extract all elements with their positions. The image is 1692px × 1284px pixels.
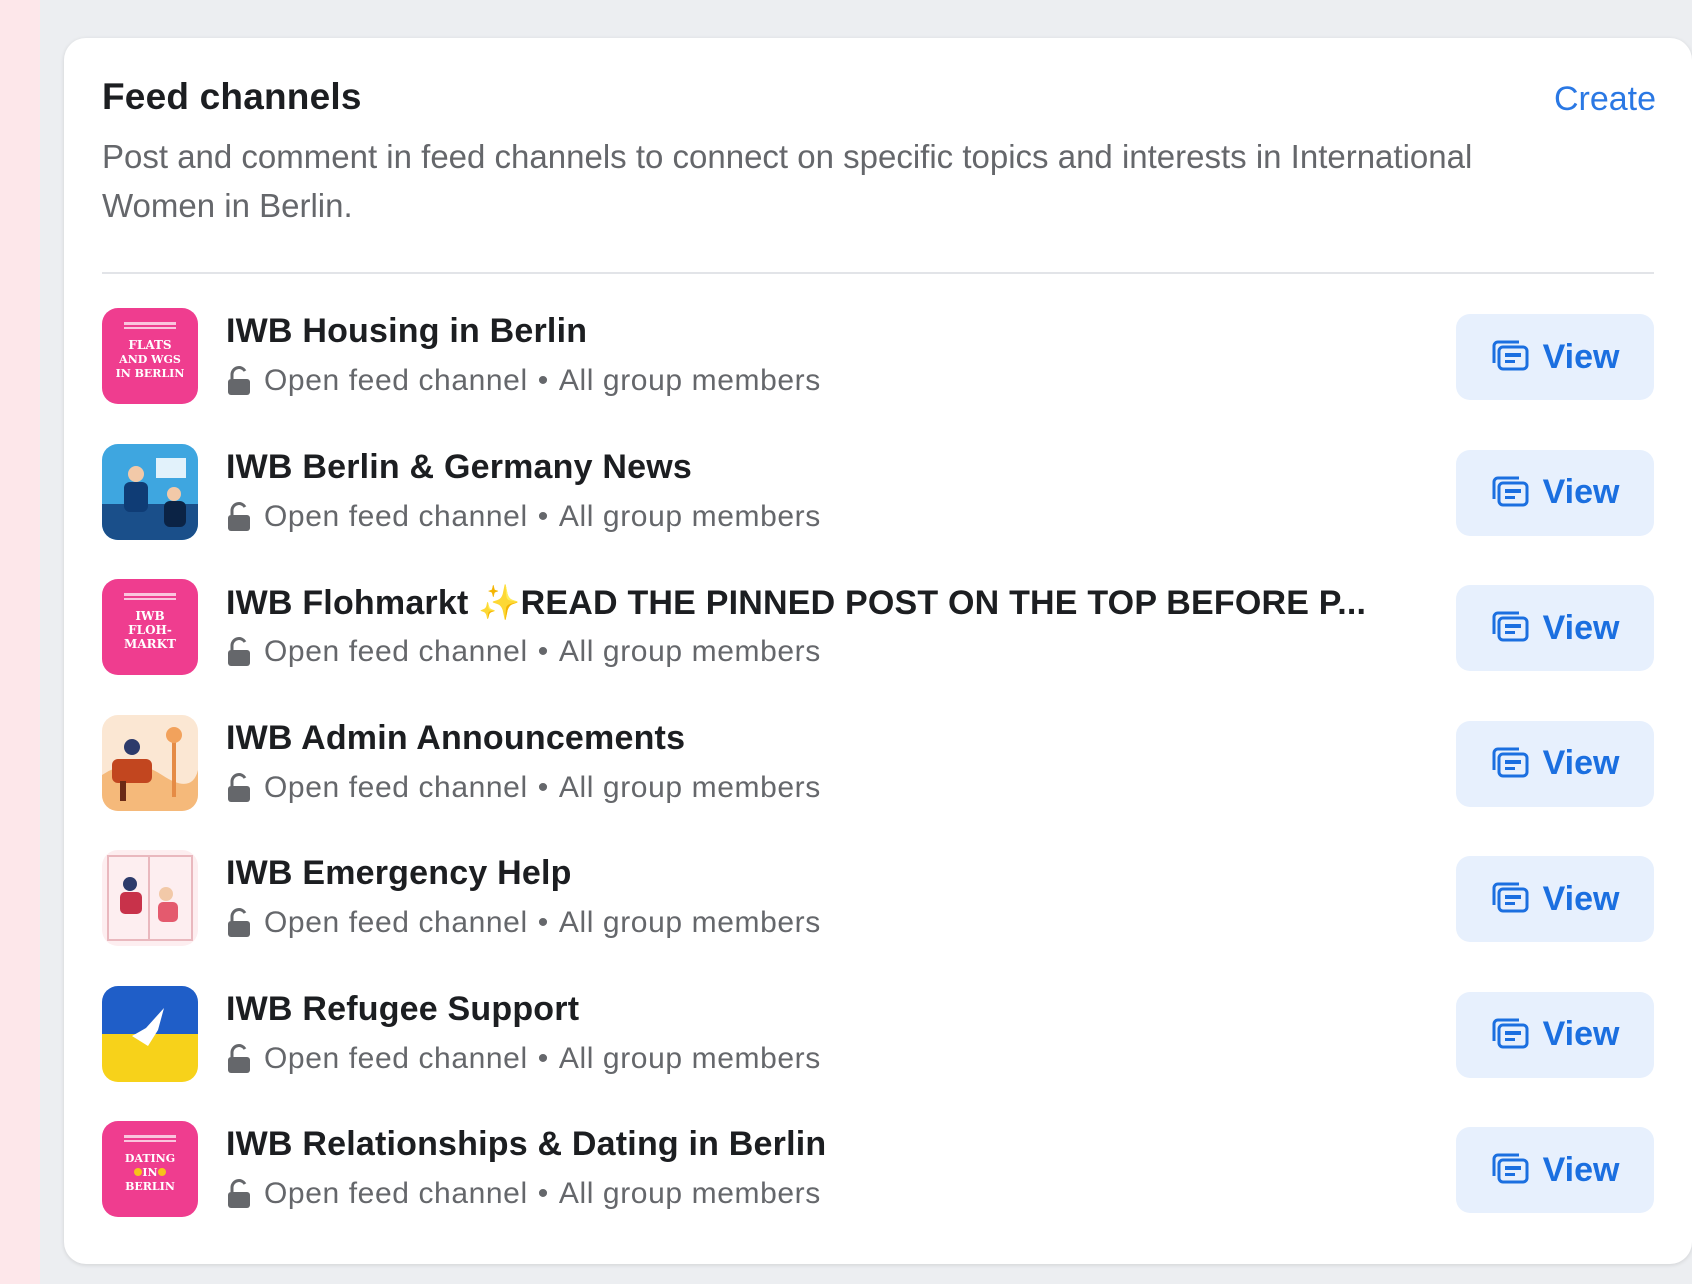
- separator: •: [537, 1177, 549, 1210]
- channel-privacy: Open feed channel: [264, 499, 528, 533]
- channel-thumbnail-refugee: [102, 985, 198, 1082]
- view-button[interactable]: View: [1456, 1127, 1654, 1213]
- channel-meta: Open feed channel • All group members: [226, 364, 821, 398]
- separator: •: [537, 364, 549, 397]
- feed-view-icon: [1491, 881, 1531, 917]
- lock-open-icon: [226, 637, 252, 667]
- channel-privacy: Open feed channel: [264, 906, 528, 939]
- thumb-text-line: FLOH-: [128, 623, 172, 637]
- channel-meta: Open feed channel • All group members: [226, 771, 821, 805]
- view-button[interactable]: View: [1456, 991, 1654, 1078]
- feed-view-icon: [1491, 339, 1531, 375]
- separator: •: [537, 906, 549, 939]
- view-button-label: View: [1542, 473, 1620, 511]
- thumb-text-line: FLATS: [128, 338, 171, 352]
- channel-title[interactable]: IWB Housing in Berlin: [226, 312, 587, 351]
- view-button-label: View: [1542, 608, 1620, 647]
- lock-open-icon: [226, 908, 252, 938]
- thumb-text-line: IN BERLIN: [116, 367, 185, 380]
- lock-open-icon: [226, 366, 252, 396]
- channel-thumbnail-flohmarkt: IWB FLOH- MARKT: [102, 579, 198, 675]
- separator: •: [537, 1041, 549, 1075]
- lock-open-icon: [226, 1043, 252, 1074]
- channel-audience: All group members: [558, 1177, 821, 1210]
- divider: [102, 272, 1654, 274]
- channel-row[interactable]: IWB Berlin & Germany News Open feed chan…: [102, 443, 1654, 580]
- thumb-text-line: BERLIN: [125, 1180, 175, 1193]
- channel-row[interactable]: IWB Admin Announcements Open feed channe…: [102, 714, 1654, 851]
- section-description: Post and comment in feed channels to con…: [102, 138, 1473, 224]
- channel-meta: Open feed channel • All group members: [226, 500, 821, 534]
- view-button[interactable]: View: [1456, 314, 1654, 400]
- channel-audience: All group members: [558, 906, 821, 939]
- view-button[interactable]: View: [1456, 449, 1654, 536]
- channel-thumbnail-admin: [102, 714, 198, 811]
- channel-thumbnail-news: [102, 443, 198, 540]
- channel-row[interactable]: FLATS AND WGS IN BERLIN IWB Housing in B…: [102, 308, 1654, 444]
- view-button[interactable]: View: [1456, 856, 1654, 942]
- feed-view-icon: [1491, 1152, 1531, 1188]
- channel-title[interactable]: IWB Admin Announcements: [226, 719, 685, 758]
- channel-privacy: Open feed channel: [264, 635, 528, 668]
- channel-privacy: Open feed channel: [264, 364, 528, 397]
- channel-meta: Open feed channel • All group members: [226, 906, 821, 940]
- thumb-text-line: IWB: [135, 609, 164, 623]
- feed-channels-card: Feed channels Create Post and comment in…: [64, 38, 1692, 1264]
- channel-title[interactable]: IWB Relationships & Dating in Berlin: [226, 1125, 826, 1164]
- create-channel-link[interactable]: Create: [1554, 80, 1656, 119]
- lock-open-icon: [226, 501, 252, 532]
- feed-view-icon: [1491, 1017, 1531, 1053]
- channel-audience: All group members: [558, 635, 821, 668]
- channel-audience: All group members: [558, 364, 821, 397]
- channel-meta: Open feed channel • All group members: [226, 1042, 821, 1076]
- thumb-text-line: IN: [142, 1166, 157, 1179]
- channel-thumbnail-emergency: [102, 850, 198, 946]
- view-button-label: View: [1542, 879, 1620, 918]
- thumb-text-line: MARKT: [124, 637, 176, 651]
- view-button-label: View: [1542, 337, 1620, 376]
- section-title: Feed channels: [102, 76, 362, 117]
- view-button[interactable]: View: [1456, 585, 1654, 671]
- channel-title[interactable]: IWB Flohmarkt ✨READ THE PINNED POST ON T…: [226, 583, 1366, 623]
- lock-open-icon: [226, 772, 252, 803]
- channel-row[interactable]: IWB FLOH- MARKT IWB Flohmarkt ✨READ THE …: [102, 579, 1654, 715]
- channel-row[interactable]: DATING IN BERLIN IWB Relationships & Dat…: [102, 1121, 1654, 1257]
- lock-open-icon: [226, 1179, 252, 1209]
- channel-meta: Open feed channel • All group members: [226, 1177, 821, 1211]
- view-button-label: View: [1542, 744, 1620, 782]
- channel-privacy: Open feed channel: [264, 770, 528, 804]
- thumb-text-line: DATING: [125, 1152, 175, 1165]
- feed-view-icon: [1491, 610, 1531, 646]
- feed-view-icon: [1491, 475, 1531, 511]
- thumb-text-line: AND WGS: [118, 353, 181, 366]
- channel-title[interactable]: IWB Refugee Support: [226, 990, 579, 1029]
- view-button-label: View: [1542, 1015, 1620, 1053]
- channel-meta: Open feed channel • All group members: [226, 635, 821, 669]
- separator: •: [537, 635, 549, 668]
- channel-row[interactable]: IWB Emergency Help Open feed channel • A…: [102, 850, 1654, 986]
- separator: •: [537, 770, 549, 804]
- channel-title[interactable]: IWB Emergency Help: [226, 854, 572, 893]
- view-button-label: View: [1542, 1150, 1620, 1189]
- channel-title[interactable]: IWB Berlin & Germany News: [226, 448, 692, 487]
- channel-privacy: Open feed channel: [264, 1177, 528, 1210]
- channel-thumbnail-dating: DATING IN BERLIN: [102, 1121, 198, 1217]
- channel-list: FLATS AND WGS IN BERLIN IWB Housing in B…: [102, 308, 1654, 1257]
- channel-audience: All group members: [558, 1041, 821, 1075]
- feed-view-icon: [1491, 746, 1531, 782]
- channel-row[interactable]: IWB Refugee Support Open feed channel • …: [102, 985, 1654, 1122]
- channel-audience: All group members: [558, 499, 821, 533]
- channel-thumbnail-housing: FLATS AND WGS IN BERLIN: [102, 308, 198, 404]
- channel-audience: All group members: [558, 770, 821, 804]
- channel-privacy: Open feed channel: [264, 1041, 528, 1075]
- view-button[interactable]: View: [1456, 720, 1654, 807]
- separator: •: [537, 499, 549, 533]
